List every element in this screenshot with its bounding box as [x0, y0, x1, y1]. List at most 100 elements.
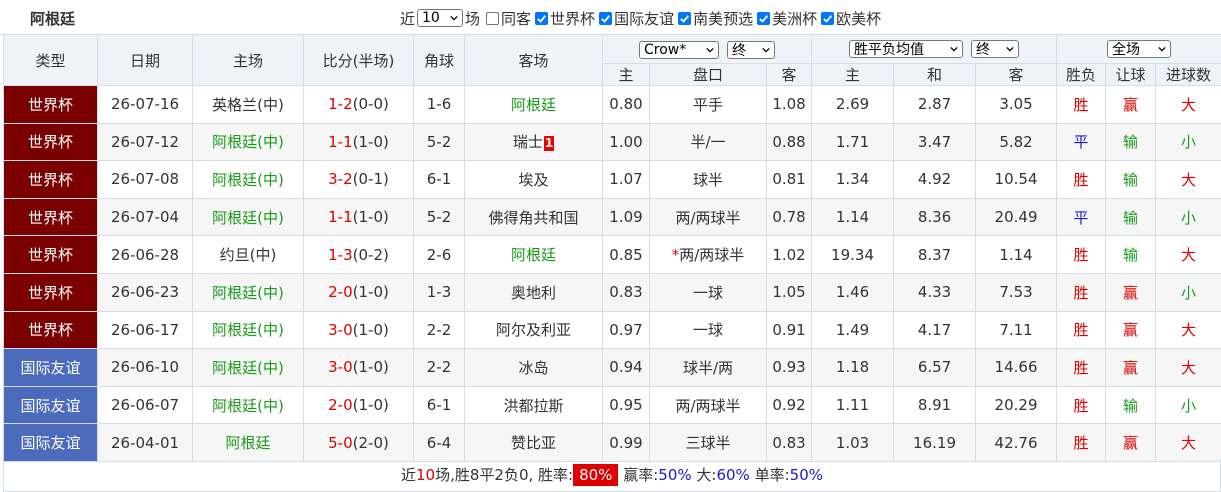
- away-team-link[interactable]: 埃及: [518, 171, 548, 189]
- competition-checkbox[interactable]: [599, 11, 613, 25]
- summary-count: 10: [416, 466, 436, 484]
- recent-matches-panel: 阿根廷 近 10 场 同客 世界杯 国际友谊 南美预选 美洲杯 欧美杯 类型 日期: [0, 0, 1221, 492]
- match-type-label: 世界杯: [27, 246, 73, 265]
- competition-toggle[interactable]: 世界杯: [531, 8, 595, 29]
- away-team-link[interactable]: 洪都拉斯: [503, 397, 563, 415]
- home-team-link[interactable]: 阿根廷(中): [212, 133, 284, 151]
- home-team: 阿根廷(中): [192, 348, 304, 387]
- away-team: 埃及: [464, 160, 603, 199]
- odds-draw-value: 16.19: [913, 433, 956, 452]
- competition-checkbox[interactable]: [678, 11, 692, 25]
- handicap-company-select[interactable]: Crow*: [639, 40, 720, 59]
- competition-checkbox[interactable]: [535, 11, 549, 25]
- ah-away-odds: 0.78: [765, 197, 813, 237]
- goals-result: 小: [1155, 197, 1221, 237]
- table-row[interactable]: 世界杯 26-06-23 阿根廷(中) 2-0(1-0) 1-3 奥地利 0.83 一球 1.0…: [3, 272, 1221, 312]
- odds-kind-select[interactable]: 胜平负均值: [849, 40, 964, 58]
- ah-home-value: 1.07: [609, 170, 643, 189]
- home-team-link[interactable]: 阿根廷(中): [212, 284, 284, 302]
- home-team-link[interactable]: 阿根廷(中): [212, 359, 284, 377]
- full-score: 3-0: [328, 358, 353, 377]
- result-scope-select[interactable]: 全场: [1107, 40, 1172, 58]
- checkmark-icon: [680, 14, 690, 23]
- corners-value: 2-2: [426, 320, 452, 339]
- ah-away-value: 0.88: [772, 132, 806, 151]
- match-date: 26-06-10: [97, 348, 193, 387]
- competition-toggle[interactable]: 国际友谊: [595, 8, 674, 29]
- away-team-link[interactable]: 佛得角共和国: [488, 209, 578, 227]
- away-team-link[interactable]: 冰岛: [518, 359, 548, 377]
- recent-count-select[interactable]: 10: [417, 9, 464, 27]
- competition-checkbox[interactable]: [821, 11, 835, 25]
- goals-result-value: 小: [1181, 208, 1197, 227]
- competition-toggle[interactable]: 美洲杯: [753, 8, 817, 29]
- table-row[interactable]: 世界杯 26-07-12 阿根廷(中) 1-1(1-0) 5-2 瑞士 1 1.00 半/一 0.…: [3, 122, 1221, 162]
- col-result: 胜负: [1056, 63, 1107, 86]
- result-header: 全场: [1056, 34, 1221, 64]
- ah-line: 两/两球半: [649, 385, 767, 425]
- odds-draw-value: 4.33: [917, 283, 952, 302]
- table-row[interactable]: 世界杯 26-07-08 阿根廷(中) 3-2(0-1) 6-1 埃及 1.07 球半 0.81…: [3, 160, 1221, 199]
- handicap-time-select[interactable]: 终: [727, 40, 776, 59]
- summary-win-rate: 80%: [573, 464, 619, 486]
- odds-win-value: 1.49: [835, 320, 870, 339]
- table-row[interactable]: 国际友谊 26-06-10 阿根廷(中) 3-0(1-0) 2-2 冰岛 0.94 球半/两 0…: [3, 348, 1221, 387]
- match-type-label: 世界杯: [27, 95, 73, 114]
- result-value: 胜: [1073, 321, 1089, 340]
- corners: 2-2: [413, 310, 465, 350]
- odds-draw-value: 4.17: [917, 320, 952, 339]
- handicap-result-value: 赢: [1123, 95, 1139, 114]
- home-team-link[interactable]: 阿根廷(中): [212, 321, 284, 339]
- away-team-link[interactable]: 瑞士: [513, 133, 543, 151]
- odds-time-select[interactable]: 终: [971, 40, 1020, 58]
- checkmark-icon: [601, 14, 611, 23]
- odds-lose: 1.14: [975, 235, 1058, 274]
- away-team-link[interactable]: 阿尔及利亚: [496, 321, 571, 339]
- handicap-result: 输: [1105, 385, 1157, 425]
- competition-toggle[interactable]: 欧美杯: [817, 8, 881, 29]
- same-home-toggle[interactable]: 同客: [482, 8, 531, 29]
- odds-draw-value: 6.57: [917, 358, 952, 377]
- ah-away-value: 0.78: [772, 208, 806, 227]
- away-team-link[interactable]: 阿根廷: [511, 246, 556, 264]
- table-row[interactable]: 世界杯 26-07-04 阿根廷(中) 1-1(1-0) 5-2 佛得角共和国 1.09 两/…: [3, 197, 1221, 237]
- match-type: 世界杯: [3, 122, 98, 162]
- match-type-label: 世界杯: [27, 208, 73, 227]
- home-team-link[interactable]: 阿根廷: [225, 434, 270, 452]
- odds-lose: 10.54: [975, 160, 1058, 199]
- home-team-link[interactable]: 约旦(中): [220, 246, 277, 264]
- table-row[interactable]: 世界杯 26-06-28 约旦(中) 1-3(0-2) 2-6 阿根廷 0.85 *两/两球半…: [3, 235, 1221, 274]
- home-team-link[interactable]: 英格兰(中): [212, 96, 284, 114]
- ah-line: 球半/两: [649, 348, 767, 387]
- home-team-link[interactable]: 阿根廷(中): [212, 397, 284, 415]
- col-corners: 角球: [413, 34, 465, 86]
- result: 胜: [1056, 160, 1107, 199]
- chevron-down-icon: [762, 47, 770, 53]
- table-row[interactable]: 国际友谊 26-06-07 阿根廷(中) 2-0(1-0) 6-1 洪都拉斯 0.95 两/两…: [3, 385, 1221, 425]
- away-team-link[interactable]: 阿根廷: [511, 96, 556, 114]
- table-row[interactable]: 世界杯 26-06-17 阿根廷(中) 3-0(1-0) 2-2 阿尔及利亚 0.97 一球 0…: [3, 310, 1221, 350]
- full-score: 5-0: [328, 433, 353, 452]
- result: 胜: [1056, 85, 1107, 124]
- odds-draw: 8.91: [893, 385, 977, 425]
- away-team-link[interactable]: 赞比亚: [511, 434, 556, 452]
- table-row[interactable]: 世界杯 26-07-16 英格兰(中) 1-2(0-0) 1-6 阿根廷 0.80 平手 1.0…: [3, 85, 1221, 124]
- ah-home-odds: 0.95: [602, 385, 650, 425]
- match-date: 26-06-28: [97, 235, 193, 274]
- result-value: 胜: [1073, 283, 1089, 302]
- same-home-checkbox[interactable]: [486, 11, 500, 25]
- competition-checkbox[interactable]: [757, 11, 771, 25]
- home-team-link[interactable]: 阿根廷(中): [212, 171, 284, 189]
- full-score: 1-1: [328, 132, 353, 151]
- ah-line-value: 一球: [692, 283, 723, 302]
- home-team-link[interactable]: 阿根廷(中): [212, 209, 284, 227]
- match-score: 3-0(1-0): [303, 348, 414, 387]
- competition-toggle[interactable]: 南美预选: [674, 8, 753, 29]
- handicap-result-value: 输: [1123, 246, 1139, 265]
- match-score: 1-3(0-2): [303, 235, 414, 274]
- away-team-link[interactable]: 奥地利: [511, 284, 556, 302]
- table-row[interactable]: 国际友谊 26-04-01 阿根廷 5-0(2-0) 6-4 赞比亚 0.99 三球半 0.83…: [3, 423, 1221, 462]
- match-type-label: 国际友谊: [20, 396, 81, 415]
- goals-result-value: 小: [1181, 396, 1197, 415]
- handicap-result: 赢: [1105, 272, 1157, 312]
